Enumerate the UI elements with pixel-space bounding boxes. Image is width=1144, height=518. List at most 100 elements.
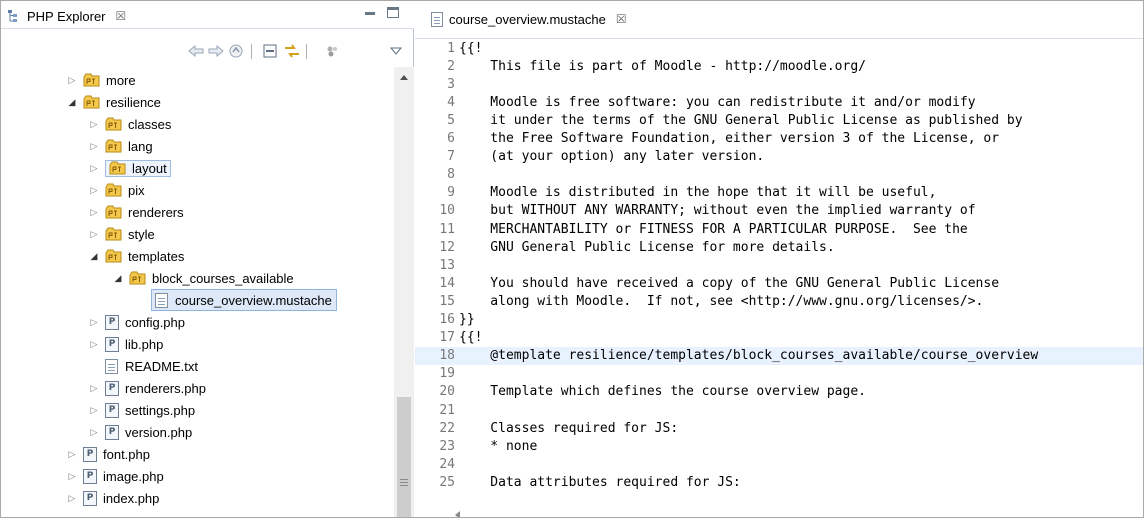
tree-item-config-php[interactable]: ▷ P config.php bbox=[1, 311, 394, 333]
code-line[interactable]: 7 (at your option) any later version. bbox=[415, 148, 1143, 166]
code-line[interactable]: 22 Classes required for JS: bbox=[415, 419, 1143, 437]
code-text[interactable]: @template resilience/templates/block_cou… bbox=[459, 348, 1038, 363]
collapse-arrow-icon[interactable]: ◢ bbox=[89, 251, 99, 262]
expand-arrow-icon[interactable]: ▷ bbox=[89, 339, 99, 350]
code-line[interactable]: 3 bbox=[415, 75, 1143, 93]
tree-item-block-courses-available[interactable]: ◢ block_courses_available bbox=[1, 267, 394, 289]
code-line[interactable]: 23 * none bbox=[415, 437, 1143, 455]
scroll-left-arrow-icon[interactable] bbox=[455, 511, 460, 517]
tree-item-font-php[interactable]: ▷ P font.php bbox=[1, 443, 394, 465]
tree-item-index-php[interactable]: ▷ P index.php bbox=[1, 487, 394, 509]
tree-item-templates[interactable]: ◢ templates bbox=[1, 245, 394, 267]
collapse-arrow-icon[interactable]: ◢ bbox=[67, 97, 77, 108]
tree-item-lang[interactable]: ▷ lang bbox=[1, 135, 394, 157]
filter-icon[interactable] bbox=[323, 43, 341, 59]
code-text[interactable]: along with Moodle. If not, see <http://w… bbox=[459, 294, 983, 309]
code-text[interactable]: * none bbox=[459, 439, 537, 454]
expand-arrow-icon[interactable]: ▷ bbox=[89, 383, 99, 394]
expand-arrow-icon[interactable]: ▷ bbox=[67, 471, 77, 482]
code-line[interactable]: 6 the Free Software Foundation, either v… bbox=[415, 130, 1143, 148]
code-line[interactable]: 1 {{! bbox=[415, 39, 1143, 57]
code-text[interactable]: MERCHANTABILITY or FITNESS FOR A PARTICU… bbox=[459, 222, 967, 237]
code-line[interactable]: 13 bbox=[415, 256, 1143, 274]
tree-item-lib-php[interactable]: ▷ P lib.php bbox=[1, 333, 394, 355]
link-with-editor-icon[interactable] bbox=[283, 43, 301, 59]
code-text[interactable]: Moodle is distributed in the hope that i… bbox=[459, 185, 936, 200]
code-text[interactable]: (at your option) any later version. bbox=[459, 149, 764, 164]
code-text[interactable]: GNU General Public License for more deta… bbox=[459, 240, 834, 255]
code-line[interactable]: 8 bbox=[415, 166, 1143, 184]
tree-item-settings-php[interactable]: ▷ P settings.php bbox=[1, 399, 394, 421]
tree-item-more[interactable]: ▷ more bbox=[1, 69, 394, 91]
expand-arrow-icon[interactable]: ▷ bbox=[89, 317, 99, 328]
code-line[interactable]: 4 Moodle is free software: you can redis… bbox=[415, 93, 1143, 111]
code-text[interactable]: You should have received a copy of the G… bbox=[459, 276, 999, 291]
scrollbar-thumb[interactable] bbox=[397, 397, 411, 517]
expand-arrow-icon[interactable]: ▷ bbox=[89, 141, 99, 152]
tree-item-renderers[interactable]: ▷ renderers bbox=[1, 201, 394, 223]
code-line[interactable]: 17 {{! bbox=[415, 329, 1143, 347]
code-text[interactable]: but WITHOUT ANY WARRANTY; without even t… bbox=[459, 203, 975, 218]
expand-arrow-icon[interactable]: ▷ bbox=[89, 229, 99, 240]
expand-arrow-icon[interactable]: ▷ bbox=[89, 185, 99, 196]
code-line[interactable]: 24 bbox=[415, 455, 1143, 473]
code-text[interactable]: Classes required for JS: bbox=[459, 421, 678, 436]
tree-item-version-php[interactable]: ▷ P version.php bbox=[1, 421, 394, 443]
php-explorer-tab[interactable]: PHP Explorer ☒ bbox=[7, 5, 126, 27]
tree-item-readme-txt[interactable]: README.txt bbox=[1, 355, 394, 377]
code-text[interactable]: it under the terms of the GNU General Pu… bbox=[459, 113, 1022, 128]
close-icon[interactable]: ☒ bbox=[116, 9, 127, 23]
editor-horizontal-scrollbar[interactable] bbox=[455, 509, 1143, 517]
up-folder-icon[interactable] bbox=[227, 43, 245, 59]
code-line[interactable]: 20 Template which defines the course ove… bbox=[415, 383, 1143, 401]
code-line[interactable]: 5 it under the terms of the GNU General … bbox=[415, 111, 1143, 129]
expand-arrow-icon[interactable]: ▷ bbox=[67, 75, 77, 86]
close-icon[interactable]: ☒ bbox=[616, 12, 627, 26]
tree-vertical-scrollbar[interactable] bbox=[394, 67, 414, 517]
code-line[interactable]: 21 bbox=[415, 401, 1143, 419]
tree-item-course-overview-mustache[interactable]: course_overview.mustache bbox=[1, 289, 394, 311]
view-menu-icon[interactable] bbox=[387, 43, 405, 59]
scroll-up-arrow-icon[interactable] bbox=[400, 75, 408, 80]
code-line[interactable]: 2 This file is part of Moodle - http://m… bbox=[415, 57, 1143, 75]
tree-item-style[interactable]: ▷ style bbox=[1, 223, 394, 245]
tree-item-renderers-php[interactable]: ▷ P renderers.php bbox=[1, 377, 394, 399]
code-line[interactable]: 15 along with Moodle. If not, see <http:… bbox=[415, 292, 1143, 310]
code-line[interactable]: 14 You should have received a copy of th… bbox=[415, 274, 1143, 292]
code-text[interactable]: This file is part of Moodle - http://moo… bbox=[459, 59, 866, 74]
code-line[interactable]: 25 Data attributes required for JS: bbox=[415, 473, 1143, 491]
editor-tab-course-overview[interactable]: course_overview.mustache ☒ bbox=[423, 7, 635, 31]
code-text[interactable]: {{! bbox=[459, 41, 482, 56]
code-line[interactable]: 16}} bbox=[415, 311, 1143, 329]
expand-arrow-icon[interactable]: ▷ bbox=[89, 207, 99, 218]
code-text[interactable]: }} bbox=[459, 312, 475, 327]
code-text[interactable]: Data attributes required for JS: bbox=[459, 475, 740, 490]
expand-arrow-icon[interactable]: ▷ bbox=[89, 119, 99, 130]
code-editor[interactable]: 1 {{! 2 This file is part of Moodle - http… bbox=[415, 33, 1143, 517]
expand-arrow-icon[interactable]: ▷ bbox=[67, 493, 77, 504]
tree-item-pix[interactable]: ▷ pix bbox=[1, 179, 394, 201]
maximize-icon[interactable] bbox=[387, 7, 399, 18]
tree-item-resilience[interactable]: ◢ resilience bbox=[1, 91, 394, 113]
forward-arrow-icon[interactable] bbox=[207, 43, 225, 59]
expand-arrow-icon[interactable]: ▷ bbox=[67, 449, 77, 460]
expand-arrow-icon[interactable]: ▷ bbox=[89, 405, 99, 416]
code-line[interactable]: 19 bbox=[415, 365, 1143, 383]
code-text[interactable]: Template which defines the course overvi… bbox=[459, 384, 866, 399]
expand-arrow-icon[interactable]: ▷ bbox=[89, 427, 99, 438]
code-line[interactable]: 12 GNU General Public License for more d… bbox=[415, 238, 1143, 256]
code-line[interactable]: 10 but WITHOUT ANY WARRANTY; without eve… bbox=[415, 202, 1143, 220]
code-text[interactable]: Moodle is free software: you can redistr… bbox=[459, 95, 975, 110]
code-line[interactable]: 11 MERCHANTABILITY or FITNESS FOR A PART… bbox=[415, 220, 1143, 238]
back-arrow-icon[interactable] bbox=[187, 43, 205, 59]
collapse-all-icon[interactable] bbox=[261, 43, 279, 59]
collapse-arrow-icon[interactable]: ◢ bbox=[113, 273, 123, 284]
minimize-icon[interactable] bbox=[363, 7, 377, 19]
code-line[interactable]: 9 Moodle is distributed in the hope that… bbox=[415, 184, 1143, 202]
code-line[interactable]: 18 @template resilience/templates/block_… bbox=[415, 346, 1143, 365]
tree-item-layout[interactable]: ▷ layout bbox=[1, 157, 394, 179]
tree-item-image-php[interactable]: ▷ P image.php bbox=[1, 465, 394, 487]
expand-arrow-icon[interactable]: ▷ bbox=[89, 163, 99, 174]
code-text[interactable]: {{! bbox=[459, 330, 482, 345]
code-text[interactable]: the Free Software Foundation, either ver… bbox=[459, 131, 999, 146]
